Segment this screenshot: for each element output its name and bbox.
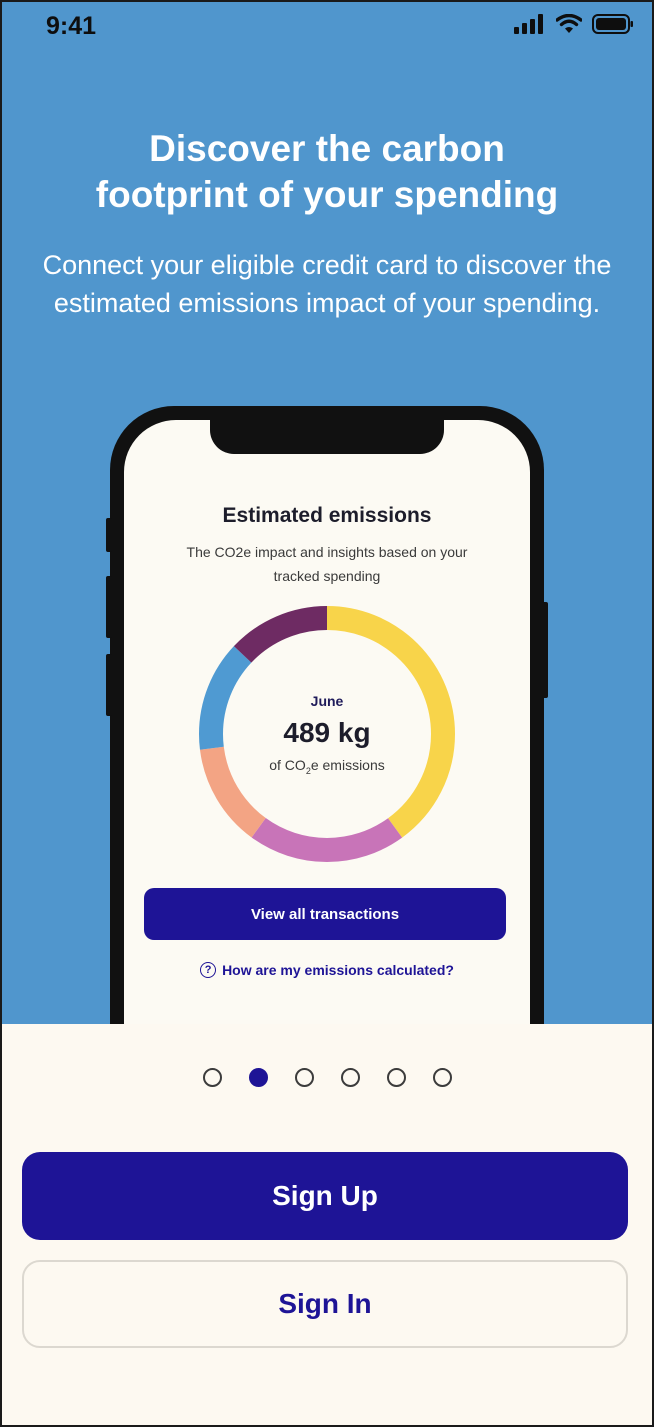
phone-side-button bbox=[106, 576, 112, 638]
wifi-icon bbox=[556, 14, 582, 33]
donut-unit: of CO2e emissions bbox=[269, 757, 385, 776]
donut-value: 489 kg bbox=[283, 716, 371, 748]
pagination-dot[interactable] bbox=[294, 1068, 314, 1087]
emissions-title: Estimated emissions bbox=[222, 504, 432, 527]
sign-in-button[interactable]: Sign In bbox=[22, 1260, 628, 1348]
phone-screen: Estimated emissions The CO2e impact and … bbox=[124, 420, 530, 1024]
emissions-help-link[interactable]: ? How are my emissions calculated? bbox=[124, 962, 530, 978]
donut-center-label: June 489 kg of CO2e emissions bbox=[197, 604, 457, 864]
pagination-dot[interactable] bbox=[202, 1068, 222, 1087]
pagination-dots bbox=[2, 1068, 652, 1087]
emissions-subtitle: The CO2e impact and insights based on yo… bbox=[186, 544, 468, 584]
phone-mockup: Estimated emissions The CO2e impact and … bbox=[106, 406, 548, 1024]
hero-headline-line-1: Discover the carbon bbox=[149, 128, 505, 169]
phone-side-button bbox=[106, 518, 112, 552]
status-icons bbox=[514, 14, 634, 34]
donut-month: June bbox=[310, 692, 344, 709]
hero-headline-line-2: footprint of your spending bbox=[95, 174, 559, 215]
sign-up-button[interactable]: Sign Up bbox=[22, 1152, 628, 1240]
status-bar: 9:41 bbox=[2, 2, 652, 52]
battery-icon bbox=[592, 14, 633, 34]
pagination-dot[interactable] bbox=[432, 1068, 452, 1087]
phone-side-button bbox=[542, 602, 548, 698]
status-time: 9:41 bbox=[46, 12, 97, 40]
emissions-help-label: How are my emissions calculated? bbox=[222, 962, 454, 978]
hero-section: 9:41 Discover the carbon footprint of yo… bbox=[2, 2, 652, 1024]
phone-side-button bbox=[106, 654, 112, 716]
view-all-transactions-button[interactable]: View all transactions bbox=[144, 888, 506, 940]
pagination-dot[interactable] bbox=[340, 1068, 360, 1087]
hero-headline: Discover the carbon footprint of your sp… bbox=[2, 126, 652, 218]
signal-icon bbox=[514, 14, 543, 34]
donut-unit-prefix: of CO bbox=[269, 756, 306, 773]
pagination-dot[interactable] bbox=[386, 1068, 406, 1087]
pagination-dot[interactable] bbox=[248, 1068, 268, 1087]
app-frame: 9:41 Discover the carbon footprint of yo… bbox=[0, 0, 654, 1427]
question-circle-icon: ? bbox=[200, 962, 217, 978]
donut-unit-suffix: e emissions bbox=[310, 756, 385, 773]
phone-notch bbox=[210, 420, 444, 454]
hero-subhead: Connect your eligible credit card to dis… bbox=[42, 250, 612, 318]
bottom-panel: Sign Up Sign In bbox=[2, 1024, 652, 1425]
